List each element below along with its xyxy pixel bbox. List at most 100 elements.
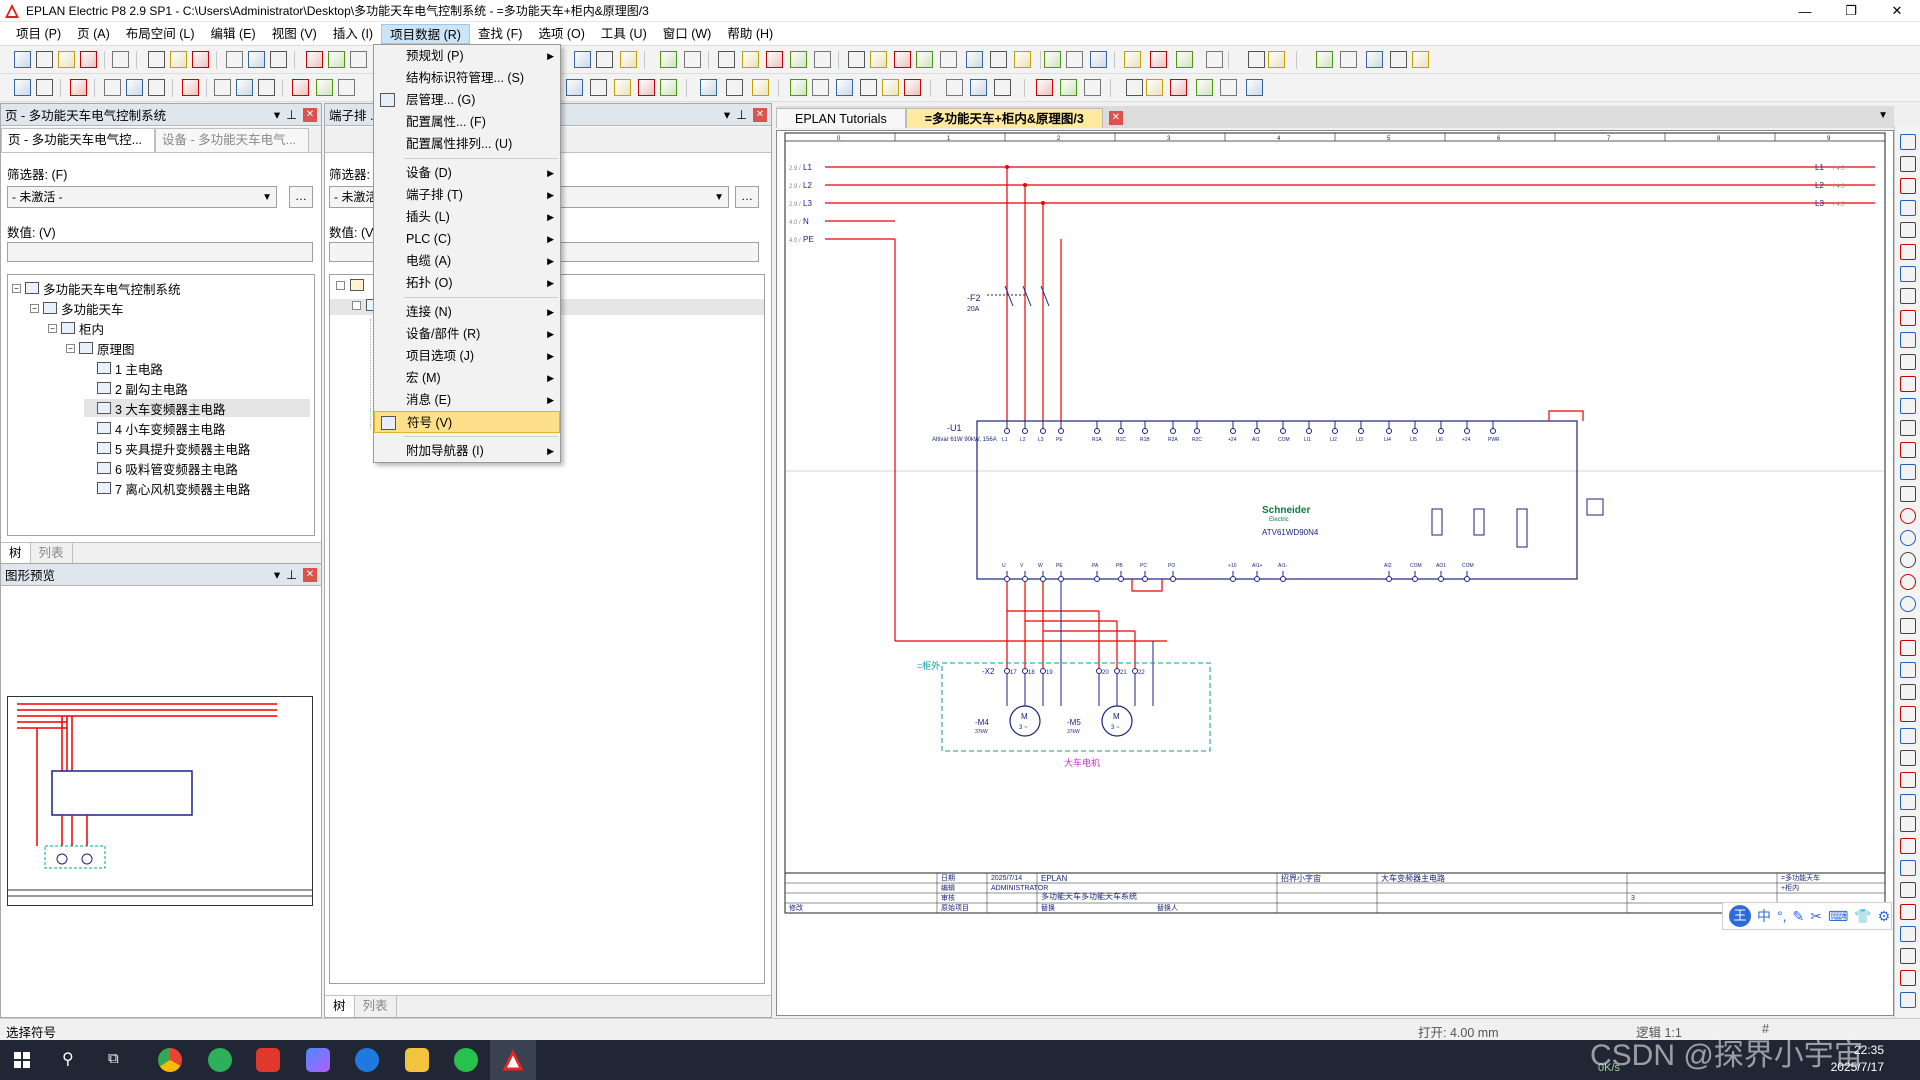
menu-11[interactable]: 帮助 (H)	[719, 24, 781, 44]
toolbar-tool-icon[interactable]	[104, 79, 121, 96]
ime-keyboard-icon[interactable]: ⌨	[1828, 908, 1848, 925]
strip-terminal[interactable]	[1114, 668, 1120, 674]
vfd-terminal[interactable]	[1004, 428, 1010, 434]
menu-item[interactable]: 电缆 (A) ▶	[374, 250, 560, 272]
tab-tree[interactable]: 树	[1, 543, 31, 564]
vfd-terminal[interactable]	[1358, 428, 1364, 434]
panel-close-icon[interactable]: ✕	[753, 107, 767, 122]
vfd-terminal[interactable]	[1118, 576, 1124, 582]
eplan-taskbar-item[interactable]	[490, 1040, 536, 1080]
ai-app-icon[interactable]	[306, 1048, 330, 1072]
menu-item[interactable]: 端子排 (T) ▶	[374, 184, 560, 206]
tree-node[interactable]: − 多功能天车	[30, 299, 310, 317]
toolbar-tool-icon[interactable]	[248, 51, 265, 68]
vfd-terminal[interactable]	[1332, 428, 1338, 434]
tree-node[interactable]: − 原理图	[66, 339, 310, 357]
strip-terminal[interactable]	[1132, 668, 1138, 674]
toolbar-tool-icon[interactable]	[742, 51, 759, 68]
strip-terminal[interactable]	[1004, 668, 1010, 674]
toolbar-tool-icon[interactable]	[1340, 51, 1357, 68]
toolbar-tool-icon[interactable]	[1170, 79, 1187, 96]
vfd-terminal[interactable]	[1170, 576, 1176, 582]
draw-tool-icon[interactable]	[1900, 882, 1916, 898]
toolbar-tool-icon[interactable]	[236, 79, 253, 96]
toolbar-tool-icon[interactable]	[894, 51, 911, 68]
vfd-terminal[interactable]	[1094, 576, 1100, 582]
draw-tool-icon[interactable]	[1900, 266, 1916, 282]
draw-tool-icon[interactable]	[1900, 728, 1916, 744]
value-input[interactable]	[7, 242, 313, 262]
vfd-terminal[interactable]	[1118, 428, 1124, 434]
filter-combo[interactable]: - 未激活 - ▼	[7, 186, 277, 208]
toolbar-tool-icon[interactable]	[752, 79, 769, 96]
menu-item[interactable]: 项目选项 (J) ▶	[374, 345, 560, 367]
panel-close-icon[interactable]: ✕	[303, 567, 317, 582]
tree-node[interactable]: 1 主电路	[84, 359, 310, 377]
toolbar-tool-icon[interactable]	[306, 51, 323, 68]
draw-tool-icon[interactable]	[1900, 530, 1916, 546]
toolbar-tool-icon[interactable]	[338, 79, 355, 96]
draw-tool-icon[interactable]	[1900, 904, 1916, 920]
toolbar-tool-icon[interactable]	[148, 79, 165, 96]
toolbar-tool-icon[interactable]	[1366, 51, 1383, 68]
draw-tool-icon[interactable]	[1900, 816, 1916, 832]
toolbar-tool-icon[interactable]	[700, 79, 717, 96]
vfd-terminal[interactable]	[1438, 576, 1444, 582]
toolbar-tool-icon[interactable]	[990, 51, 1007, 68]
expand-icon[interactable]	[336, 281, 345, 290]
vfd-terminal[interactable]	[1058, 428, 1064, 434]
toolbar-tool-icon[interactable]	[882, 79, 899, 96]
collapse-icon[interactable]: −	[30, 303, 39, 313]
panel-menu-icon[interactable]: ▾	[724, 107, 730, 122]
wps-icon[interactable]	[256, 1048, 280, 1072]
pin-icon[interactable]: ⊥	[286, 107, 297, 122]
draw-tool-icon[interactable]	[1900, 464, 1916, 480]
vfd-terminal[interactable]	[1194, 428, 1200, 434]
strip-terminal[interactable]	[1040, 668, 1046, 674]
draw-tool-icon[interactable]	[1900, 640, 1916, 656]
draw-tool-icon[interactable]	[1900, 838, 1916, 854]
pin-icon[interactable]: ⊥	[736, 107, 747, 122]
ime-shirt-icon[interactable]: 👕	[1854, 908, 1871, 925]
menu-item[interactable]: 附加导航器 (I) ▶	[374, 440, 560, 462]
terminal-filter-browse-button[interactable]: …	[735, 186, 759, 208]
draw-tool-icon[interactable]	[1900, 200, 1916, 216]
toolbar-tool-icon[interactable]	[814, 51, 831, 68]
toolbar-tool-icon[interactable]	[904, 79, 921, 96]
toolbar-tool-icon[interactable]	[566, 79, 583, 96]
draw-tool-icon[interactable]	[1900, 244, 1916, 260]
toolbar-tool-icon[interactable]	[848, 51, 865, 68]
toolbar-tool-icon[interactable]	[1220, 79, 1237, 96]
toolbar-tool-icon[interactable]	[14, 79, 31, 96]
toolbar-tool-icon[interactable]	[14, 51, 31, 68]
vfd-terminal[interactable]	[1254, 428, 1260, 434]
tab-schematic-page[interactable]: =多功能天车+柜内&原理图/3	[905, 108, 1103, 128]
toolbar-tool-icon[interactable]	[328, 51, 345, 68]
toolbar-tool-icon[interactable]	[1246, 79, 1263, 96]
menu-item[interactable]: 符号 (V)	[374, 411, 560, 433]
menu-2[interactable]: 布局空间 (L)	[118, 24, 203, 44]
menu-5[interactable]: 插入 (I)	[325, 24, 381, 44]
strip-terminal[interactable]	[1022, 668, 1028, 674]
toolbar-tool-icon[interactable]	[1268, 51, 1285, 68]
draw-tool-icon[interactable]	[1900, 134, 1916, 150]
toolbar-tool-icon[interactable]	[1390, 51, 1407, 68]
toolbar-tool-icon[interactable]	[1066, 51, 1083, 68]
menu-item[interactable]: 预规划 (P) ▶	[374, 45, 560, 67]
vfd-terminal[interactable]	[1412, 428, 1418, 434]
toolbar-tool-icon[interactable]	[1176, 51, 1193, 68]
draw-tool-icon[interactable]	[1900, 442, 1916, 458]
draw-tool-icon[interactable]	[1900, 926, 1916, 942]
toolbar-tool-icon[interactable]	[1316, 51, 1333, 68]
draw-tool-icon[interactable]	[1900, 178, 1916, 194]
vfd-terminal[interactable]	[1022, 428, 1028, 434]
toolbar-tool-icon[interactable]	[836, 79, 853, 96]
vfd-terminal[interactable]	[1306, 428, 1312, 434]
vfd-terminal[interactable]	[1230, 576, 1236, 582]
toolbar-tool-icon[interactable]	[574, 51, 591, 68]
draw-tool-icon[interactable]	[1900, 860, 1916, 876]
draw-tool-icon[interactable]	[1900, 596, 1916, 612]
toolbar-tool-icon[interactable]	[126, 79, 143, 96]
toolbar-tool-icon[interactable]	[226, 51, 243, 68]
motor-symbol[interactable]	[1101, 705, 1133, 737]
